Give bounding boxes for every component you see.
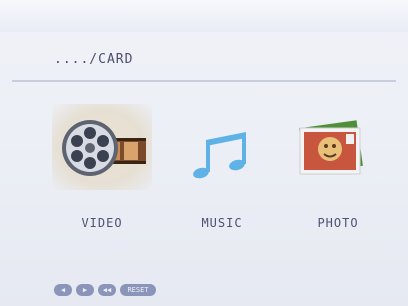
path-bar: ..../CARD [12,40,396,82]
back-button[interactable]: ◀◀ [98,284,116,296]
photo-label: PHOTO [317,216,359,230]
video-label: VIDEO [81,216,123,230]
menu-item-video[interactable]: VIDEO [50,104,154,242]
menu-item-photo[interactable]: PHOTO [286,104,390,242]
music-label: MUSIC [201,216,243,230]
menu-item-music[interactable]: MUSIC [170,104,274,242]
left-arrow-button[interactable]: ◀ [54,284,72,296]
music-note-icon [172,104,272,190]
media-browser-screen: ..../CARD VIDEO MUSIC PHOTO ◀ ▶ ◀◀ RESET [0,0,408,306]
film-reel-icon [52,104,152,190]
reset-button[interactable]: RESET [120,284,156,296]
top-band [0,0,408,32]
photo-icon [288,104,388,190]
current-path: ..../CARD [54,52,134,67]
right-arrow-button[interactable]: ▶ [76,284,94,296]
